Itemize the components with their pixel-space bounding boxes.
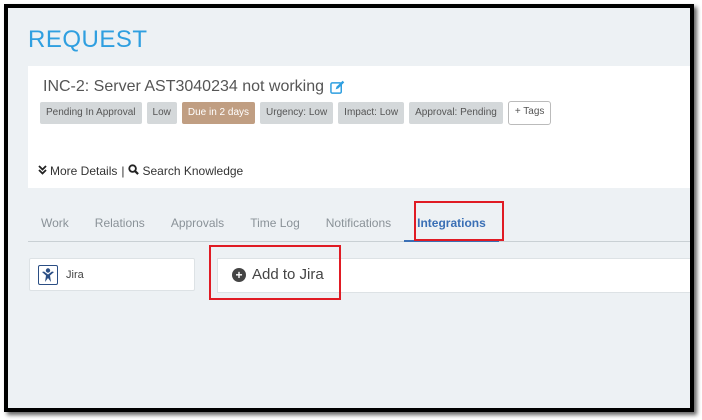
edit-icon[interactable] (330, 80, 345, 95)
plus-circle-icon: + (232, 267, 246, 282)
more-details-label: More Details (50, 164, 118, 178)
ticket-tabs: Work Relations Approvals Time Log Notifi… (28, 204, 690, 242)
search-icon (128, 164, 140, 178)
add-to-jira-button[interactable]: + Add to Jira (232, 266, 324, 283)
search-knowledge-link[interactable]: Search Knowledge (128, 164, 243, 178)
ticket-links: More Details | Search Knowledge (38, 164, 243, 178)
tab-time-log[interactable]: Time Log (237, 204, 313, 242)
ticket-tags: Pending In Approval Low Due in 2 days Ur… (40, 101, 552, 125)
ticket-header-card: INC-2: Server AST3040234 not working Pen… (28, 66, 690, 188)
app-window: REQUEST INC-2: Server AST3040234 not wor… (4, 4, 694, 412)
ticket-title: INC-2: Server AST3040234 not working (43, 78, 325, 95)
tab-integrations[interactable]: Integrations (404, 204, 499, 242)
integration-panel: + Add to Jira (217, 258, 690, 293)
tab-notifications[interactable]: Notifications (313, 204, 404, 242)
integration-item-jira[interactable]: Jira (29, 258, 195, 291)
integration-label: Jira (66, 268, 84, 281)
links-separator: | (121, 164, 125, 178)
add-tags-button[interactable]: + Tags (507, 101, 552, 125)
approval-tag[interactable]: Approval: Pending (409, 102, 503, 124)
tab-approvals[interactable]: Approvals (158, 204, 237, 242)
search-knowledge-label: Search Knowledge (142, 164, 244, 178)
tab-relations[interactable]: Relations (82, 204, 158, 242)
page-title: REQUEST (28, 26, 148, 53)
status-tag[interactable]: Pending In Approval (40, 102, 142, 124)
double-chevron-down-icon (38, 164, 47, 178)
add-to-jira-label: Add to Jira (252, 266, 324, 283)
more-details-link[interactable]: More Details (38, 164, 117, 178)
urgency-tag[interactable]: Urgency: Low (260, 102, 334, 124)
jira-icon (38, 264, 58, 285)
due-date-tag[interactable]: Due in 2 days (181, 102, 256, 124)
priority-tag[interactable]: Low (146, 102, 177, 124)
ticket-title-row: INC-2: Server AST3040234 not working (43, 78, 345, 96)
impact-tag[interactable]: Impact: Low (338, 102, 405, 124)
tab-work[interactable]: Work (28, 204, 82, 242)
